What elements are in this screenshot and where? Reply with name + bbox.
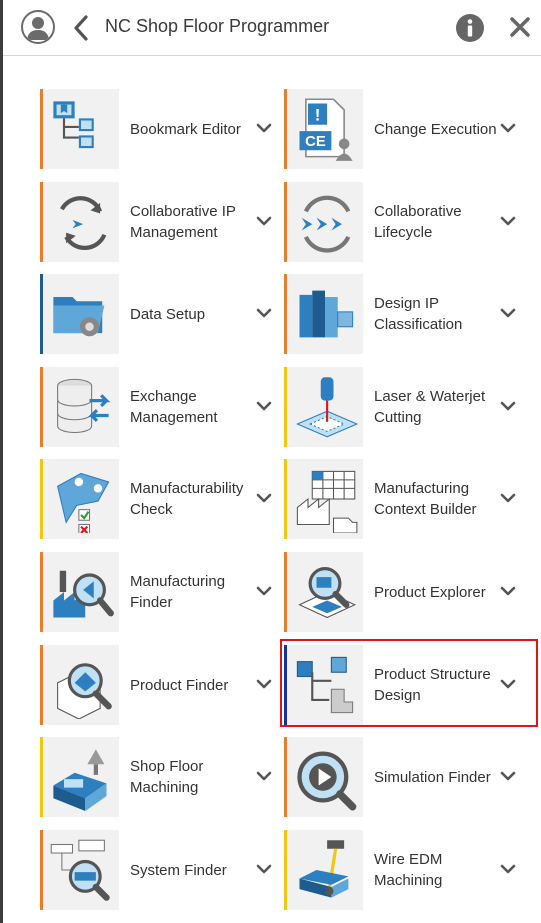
chevron-down-icon[interactable] bbox=[499, 769, 517, 783]
chevron-down-icon[interactable] bbox=[499, 214, 517, 228]
page-title: NC Shop Floor Programmer bbox=[105, 16, 330, 36]
product-structure-design-icon bbox=[287, 645, 363, 725]
chevron-down-icon[interactable] bbox=[499, 121, 517, 135]
app-tile-label: Simulation Finder bbox=[374, 768, 491, 786]
app-tile-label: Manufacturing Finder bbox=[130, 573, 226, 611]
app-tile-label: Collaborative IP Management bbox=[130, 203, 236, 241]
app-tile-label: Product Finder bbox=[130, 676, 229, 694]
chevron-down-icon[interactable] bbox=[255, 306, 273, 320]
manufacturing-finder-icon bbox=[43, 552, 119, 632]
app-tile-manufacturability-check[interactable]: Manufacturability Check bbox=[40, 459, 280, 539]
manufacturability-check-icon bbox=[43, 459, 119, 539]
app-tile-system-finder[interactable]: System Finder bbox=[40, 830, 280, 910]
chevron-left-icon bbox=[74, 15, 88, 41]
chevron-down-icon[interactable] bbox=[499, 491, 517, 505]
app-tile-label: Change Execution bbox=[374, 120, 497, 138]
change-execution-icon: ! CE bbox=[287, 89, 363, 169]
app-tile-exchange-management[interactable]: Exchange Management bbox=[40, 367, 280, 447]
app-tile-label: Laser & Waterjet Cutting bbox=[374, 388, 486, 426]
product-explorer-icon bbox=[287, 552, 363, 632]
app-tile-product-finder[interactable]: Product Finder bbox=[40, 645, 280, 725]
app-tile-label: Product Explorer bbox=[374, 583, 486, 601]
app-tile-label: System Finder bbox=[130, 861, 227, 879]
simulation-finder-icon bbox=[287, 737, 363, 817]
chevron-down-icon[interactable] bbox=[499, 677, 517, 691]
app-tile-simulation-finder[interactable]: Simulation Finder bbox=[284, 737, 524, 817]
app-tile-label: Design IP Classification bbox=[374, 295, 463, 333]
app-tile-data-setup[interactable]: Data Setup bbox=[40, 274, 280, 354]
design-ip-classification-icon bbox=[287, 274, 363, 354]
chevron-down-icon[interactable] bbox=[255, 121, 273, 135]
product-finder-icon bbox=[43, 645, 119, 725]
collaborative-lifecycle-icon bbox=[287, 182, 363, 262]
chevron-down-icon[interactable] bbox=[255, 677, 273, 691]
data-setup-icon bbox=[43, 274, 119, 354]
app-tile-product-explorer[interactable]: Product Explorer bbox=[284, 552, 524, 632]
app-tile-collaborative-ip[interactable]: Collaborative IP Management bbox=[40, 182, 280, 262]
app-tile-label: Product Structure Design bbox=[374, 666, 491, 704]
app-tile-label: Wire EDM Machining bbox=[374, 851, 443, 889]
back-button[interactable] bbox=[71, 14, 91, 42]
app-tile-change-execution[interactable]: ! CE Change Execution bbox=[284, 89, 524, 169]
close-icon bbox=[510, 17, 530, 37]
app-tile-label: Bookmark Editor bbox=[130, 120, 241, 138]
app-header: NC Shop Floor Programmer bbox=[3, 0, 541, 56]
chevron-down-icon[interactable] bbox=[255, 399, 273, 413]
app-tile-bookmark-editor[interactable]: Bookmark Editor bbox=[40, 89, 280, 169]
svg-text:!: ! bbox=[315, 106, 321, 125]
app-tile-label: Collaborative Lifecycle bbox=[374, 203, 462, 241]
chevron-down-icon[interactable] bbox=[255, 769, 273, 783]
close-button[interactable] bbox=[507, 14, 533, 40]
collaborative-ip-icon bbox=[43, 182, 119, 262]
app-tile-label: Manufacturing Context Builder bbox=[374, 480, 477, 518]
app-tile-wire-edm[interactable]: Wire EDM Machining bbox=[284, 830, 524, 910]
app-tile-shop-floor-machining[interactable]: Shop Floor Machining bbox=[40, 737, 280, 817]
system-finder-icon bbox=[43, 830, 119, 910]
exchange-management-icon bbox=[43, 367, 119, 447]
chevron-down-icon[interactable] bbox=[255, 862, 273, 876]
app-tile-design-ip-classification[interactable]: Design IP Classification bbox=[284, 274, 524, 354]
chevron-down-icon[interactable] bbox=[499, 306, 517, 320]
laser-waterjet-icon bbox=[287, 367, 363, 447]
chevron-down-icon[interactable] bbox=[499, 399, 517, 413]
app-tile-manufacturing-finder[interactable]: Manufacturing Finder bbox=[40, 552, 280, 632]
app-tile-label: Exchange Management bbox=[130, 388, 218, 426]
info-button[interactable] bbox=[455, 13, 485, 43]
user-avatar-icon[interactable] bbox=[21, 10, 55, 44]
app-tile-manufacturing-context-builder[interactable]: Manufacturing Context Builder bbox=[284, 459, 524, 539]
chevron-down-icon[interactable] bbox=[255, 491, 273, 505]
app-tile-label: Shop Floor Machining bbox=[130, 758, 204, 796]
bookmark-editor-icon bbox=[43, 89, 119, 169]
info-icon bbox=[456, 14, 484, 42]
svg-text:CE: CE bbox=[305, 134, 326, 150]
app-tile-laser-waterjet[interactable]: Laser & Waterjet Cutting bbox=[284, 367, 524, 447]
chevron-down-icon[interactable] bbox=[255, 584, 273, 598]
app-tile-collaborative-lifecycle[interactable]: Collaborative Lifecycle bbox=[284, 182, 524, 262]
chevron-down-icon[interactable] bbox=[499, 862, 517, 876]
wire-edm-icon bbox=[287, 830, 363, 910]
chevron-down-icon[interactable] bbox=[499, 584, 517, 598]
app-tile-label: Data Setup bbox=[130, 305, 206, 323]
chevron-down-icon[interactable] bbox=[255, 214, 273, 228]
manufacturing-context-builder-icon bbox=[287, 459, 363, 539]
app-tile-label: Manufacturability Check bbox=[130, 480, 244, 518]
app-tile-product-structure-design[interactable]: Product Structure Design bbox=[284, 645, 524, 725]
shop-floor-machining-icon bbox=[43, 737, 119, 817]
window-left-edge bbox=[0, 0, 3, 923]
